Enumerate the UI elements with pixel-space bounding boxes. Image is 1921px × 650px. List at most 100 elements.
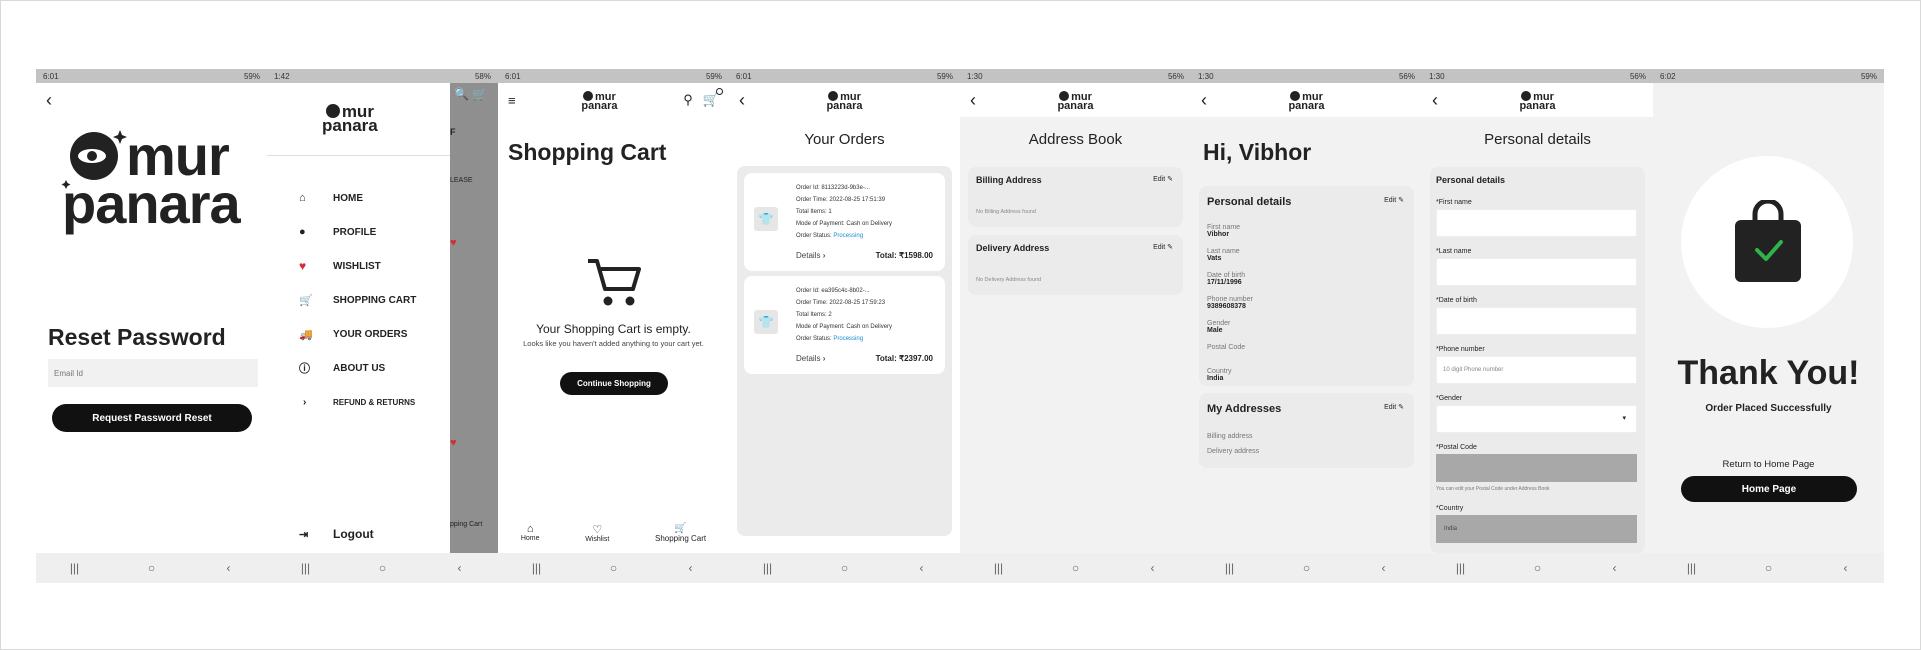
first-name-input[interactable] xyxy=(1436,209,1637,237)
field-label: Postal Code xyxy=(1207,344,1246,351)
order-card[interactable]: 👕 Order Id: ea395c4c-8b02-... Order Time… xyxy=(744,276,945,374)
system-back-button[interactable]: ‹ xyxy=(1826,561,1866,575)
tab-label: Wishlist xyxy=(585,536,610,543)
system-back-button[interactable]: ‹ xyxy=(1133,561,1173,575)
order-id: Order Id: ea395c4c-8b02-... xyxy=(796,288,870,294)
order-time: Order Time: 2022-08-25 17:51:39 xyxy=(796,197,886,203)
back-arrow-icon[interactable]: ‹ xyxy=(970,90,986,111)
billing-empty: No Billing Address found xyxy=(976,209,1036,215)
phone-input[interactable]: 10 digit Phone number xyxy=(1436,356,1637,384)
home-page-button[interactable]: Home Page xyxy=(1681,476,1857,502)
phone-label: *Phone number xyxy=(1436,346,1485,353)
billing-address-panel: Billing Address Edit ✎ No Billing Addres… xyxy=(968,167,1183,227)
order-thumbnail: 👕 xyxy=(754,310,778,334)
first-name-label: *First name xyxy=(1436,199,1472,206)
home-button[interactable]: ○ xyxy=(825,561,865,575)
field-value: 17/11/1996 xyxy=(1207,279,1242,286)
chevron-right-icon: › xyxy=(303,396,307,408)
billing-edit-button[interactable]: Edit ✎ xyxy=(1153,175,1173,183)
dob-input[interactable] xyxy=(1436,307,1637,335)
menu-item-wishlist[interactable]: ♥ WISHLIST xyxy=(299,249,416,283)
recent-apps-button[interactable]: ||| xyxy=(55,561,95,575)
app-bar: ‹ mur panara xyxy=(960,83,1191,117)
pencil-icon: ✎ xyxy=(1167,244,1173,251)
dropdown-arrow-icon: ▾ xyxy=(1622,415,1626,422)
logo-eye-icon xyxy=(325,104,340,118)
personal-edit-button[interactable]: Edit ✎ xyxy=(1384,196,1404,204)
system-back-button[interactable]: ‹ xyxy=(902,561,942,575)
menu-item-profile[interactable]: ● PROFILE xyxy=(299,215,416,249)
addresses-edit-button[interactable]: Edit ✎ xyxy=(1384,403,1404,411)
menu-item-home[interactable]: ⌂ HOME xyxy=(299,181,416,215)
recent-apps-button[interactable]: ||| xyxy=(1441,561,1481,575)
billing-address-link[interactable]: Billing address xyxy=(1207,433,1253,440)
menu-item-shopping-cart[interactable]: 🛒 SHOPPING CART xyxy=(299,283,416,317)
system-nav-bar: ||| ○ ‹ xyxy=(1422,553,1653,583)
system-back-button[interactable]: ‹ xyxy=(1595,561,1635,575)
home-button[interactable]: ○ xyxy=(1749,561,1789,575)
drawer: mur panara ⌂ HOME ● PROFILE ♥ WISHLIST 🛒 SHO… xyxy=(267,83,450,553)
order-details-link[interactable]: Details › xyxy=(796,251,825,260)
menu-label: REFUND & RETURNS xyxy=(333,397,416,407)
request-reset-button[interactable]: Request Password Reset xyxy=(52,404,252,432)
shopping-bag-check-icon xyxy=(1735,200,1801,282)
system-back-button[interactable]: ‹ xyxy=(440,561,480,575)
menu-item-your-orders[interactable]: 🚚 YOUR ORDERS xyxy=(299,317,416,351)
order-card[interactable]: 👕 Order Id: 8113223d-9b3e-... Order Time… xyxy=(744,173,945,271)
system-back-button[interactable]: ‹ xyxy=(1364,561,1404,575)
logout-button[interactable]: ⇥ Logout xyxy=(299,527,374,541)
back-arrow-icon[interactable]: ‹ xyxy=(739,90,755,111)
home-button[interactable]: ○ xyxy=(594,561,634,575)
recent-apps-button[interactable]: ||| xyxy=(1210,561,1250,575)
menu-list: ⌂ HOME ● PROFILE ♥ WISHLIST 🛒 SHOPPING CART … xyxy=(299,181,416,419)
battery-level: 58% xyxy=(474,71,491,81)
system-back-button[interactable]: ‹ xyxy=(671,561,711,575)
empty-cart-title: Your Shopping Cart is empty. xyxy=(536,322,691,336)
system-back-button[interactable]: ‹ xyxy=(209,561,249,575)
email-input[interactable] xyxy=(48,359,258,387)
tab-home[interactable]: ⌂ Home xyxy=(521,523,540,553)
home-button[interactable]: ○ xyxy=(1056,561,1096,575)
home-button[interactable]: ○ xyxy=(1518,561,1558,575)
recent-apps-button[interactable]: ||| xyxy=(517,561,557,575)
continue-shopping-button[interactable]: Continue Shopping xyxy=(560,372,668,395)
menu-item-about-us[interactable]: ⓘ ABOUT US xyxy=(299,351,416,385)
form-title: Personal details xyxy=(1436,175,1506,185)
search-icon[interactable]: ⚲ xyxy=(683,92,693,108)
recent-apps-button[interactable]: ||| xyxy=(286,561,326,575)
back-arrow-icon[interactable]: ‹ xyxy=(1201,90,1217,111)
header-logo: mur panara xyxy=(826,90,863,111)
behind-text-3: pping Cart xyxy=(450,521,483,528)
home-button[interactable]: ○ xyxy=(363,561,403,575)
delivery-edit-button[interactable]: Edit ✎ xyxy=(1153,243,1173,251)
back-arrow-icon[interactable]: ‹ xyxy=(46,90,62,111)
tab-shopping-cart[interactable]: 🛒 Shopping Cart xyxy=(655,523,706,553)
recent-apps-button[interactable]: ||| xyxy=(1672,561,1712,575)
app-bar: ≡ mur panara ⚲ 🛒 xyxy=(498,83,729,117)
order-status-label: Order Status: xyxy=(796,233,834,239)
cart-badge xyxy=(715,88,723,95)
home-button[interactable]: ○ xyxy=(1287,561,1327,575)
cart-icon[interactable]: 🛒 xyxy=(703,88,723,108)
chevron-right-icon: › xyxy=(822,354,826,363)
recent-apps-button[interactable]: ||| xyxy=(979,561,1019,575)
menu-item-refund-returns[interactable]: › REFUND & RETURNS xyxy=(299,385,416,419)
app-bar: ‹ xyxy=(36,83,267,117)
order-payment: Mode of Payment: Cash on Delivery xyxy=(796,221,893,227)
recent-apps-button[interactable]: ||| xyxy=(748,561,788,575)
behind-text-1: F xyxy=(450,127,456,137)
last-name-input[interactable] xyxy=(1436,258,1637,286)
delivery-address-link[interactable]: Delivery address xyxy=(1207,448,1259,455)
edit-label: Edit xyxy=(1153,244,1166,251)
tab-wishlist[interactable]: ♡ Wishlist xyxy=(585,523,609,553)
hamburger-menu-icon[interactable]: ≡ xyxy=(508,93,516,108)
home-button[interactable]: ○ xyxy=(132,561,172,575)
page-title: Personal details xyxy=(1484,131,1591,148)
page-title: Reset Password xyxy=(48,324,226,350)
logo-text-panara: panara xyxy=(1288,99,1325,112)
gender-select[interactable]: ▾ xyxy=(1436,405,1637,433)
back-arrow-icon[interactable]: ‹ xyxy=(1432,90,1448,111)
system-nav-bar: ||| ○ ‹ xyxy=(498,553,729,583)
delivery-address-panel: Delivery Address Edit ✎ No Delivery Addr… xyxy=(968,235,1183,295)
order-details-link[interactable]: Details › xyxy=(796,354,825,363)
